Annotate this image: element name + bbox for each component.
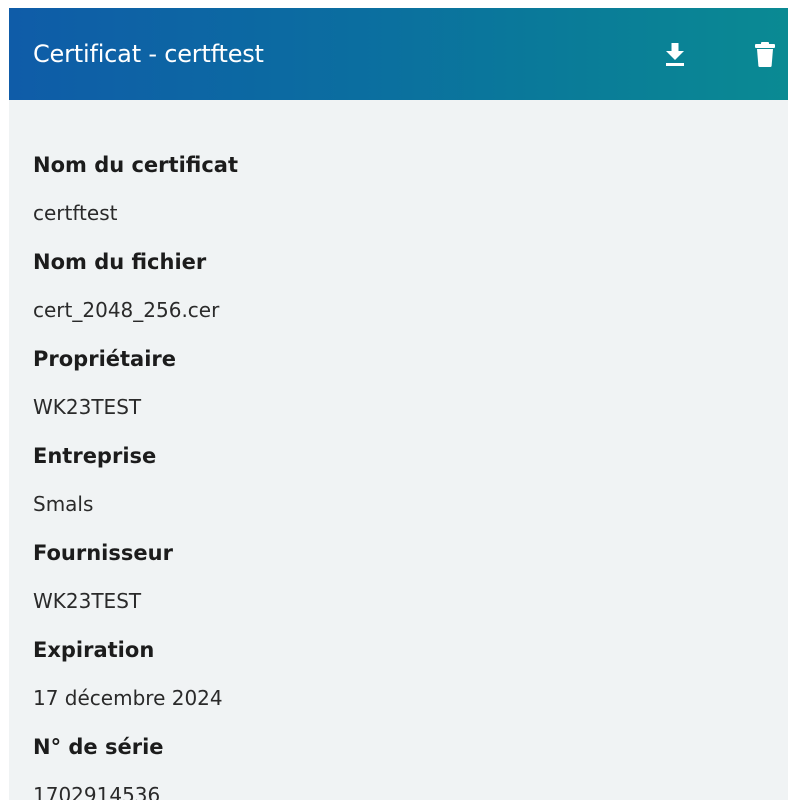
field-value: WK23TEST [33,395,142,419]
field-label: N° de série [33,735,164,759]
certificate-panel: Certificat - certftest Nom du certificat… [9,8,788,800]
field-value: 1702914536 [33,783,161,800]
field-expiration: Expiration 17 décembre 2024 [33,630,773,727]
field-owner: Propriétaire WK23TEST [33,339,773,436]
download-icon [666,43,684,66]
field-file-name: Nom du fichier cert_2048_256.cer [33,242,773,339]
field-label: Entreprise [33,444,157,468]
certificate-details: Nom du certificat certftest Nom du fichi… [33,145,773,800]
field-supplier: Fournisseur WK23TEST [33,533,773,630]
panel-header: Certificat - certftest [9,8,788,100]
field-value: 17 décembre 2024 [33,686,223,710]
trash-icon [755,42,775,67]
field-company: Entreprise Smals [33,436,773,533]
field-label: Nom du certificat [33,153,238,177]
field-label: Nom du fichier [33,250,207,274]
field-value: certftest [33,201,118,225]
field-certificate-name: Nom du certificat certftest [33,145,773,242]
field-label: Propriétaire [33,347,177,371]
delete-button[interactable] [751,40,779,68]
panel-title: Certificat - certftest [33,40,264,68]
download-button[interactable] [661,40,689,68]
field-value: WK23TEST [33,589,142,613]
field-value: Smals [33,492,94,516]
field-label: Expiration [33,638,155,662]
field-serial-number: N° de série 1702914536 [33,727,773,800]
field-label: Fournisseur [33,541,173,565]
field-value: cert_2048_256.cer [33,298,220,322]
